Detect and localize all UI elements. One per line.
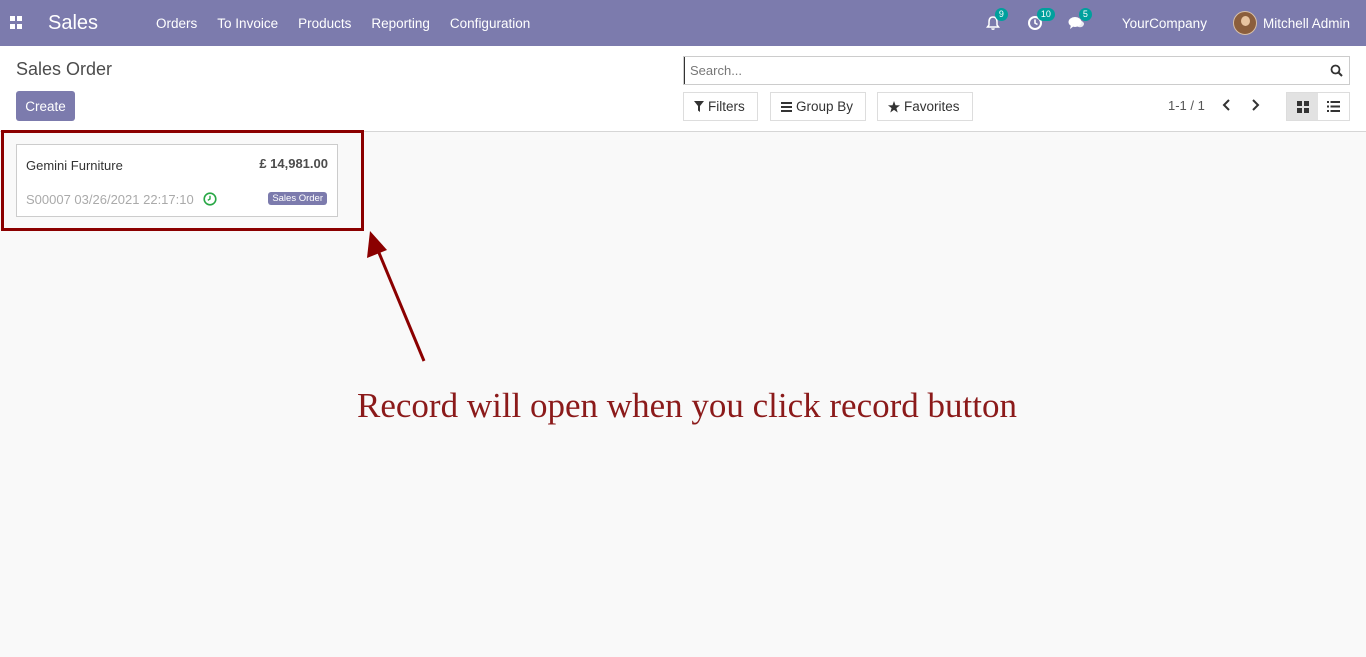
notifications-button[interactable]: 9: [984, 8, 1008, 32]
top-navbar: Sales Orders To Invoice Products Reporti…: [0, 0, 1366, 46]
search-icon[interactable]: [1330, 64, 1343, 77]
kanban-view-button[interactable]: [1287, 93, 1318, 120]
bars-icon: [781, 101, 792, 112]
systray: 9 10 5 YourCompany Mitchell Admin: [960, 0, 1350, 46]
menu-orders[interactable]: Orders: [156, 16, 197, 31]
favorites-label: Favorites: [904, 99, 960, 114]
annotation-highlight-box: [1, 130, 364, 231]
list-view-button[interactable]: [1318, 93, 1349, 120]
apps-menu-icon[interactable]: [10, 16, 24, 30]
list-icon: [1327, 101, 1340, 112]
notifications-badge: 9: [994, 8, 1008, 21]
activities-button[interactable]: 10: [1026, 8, 1055, 32]
search-box: [683, 56, 1350, 85]
activities-badge: 10: [1036, 8, 1055, 21]
company-switcher[interactable]: YourCompany: [1122, 16, 1207, 31]
menu-configuration[interactable]: Configuration: [450, 16, 530, 31]
breadcrumb: Sales Order: [16, 59, 113, 79]
user-name: Mitchell Admin: [1262, 15, 1350, 31]
create-button[interactable]: Create: [16, 91, 75, 121]
groupby-button[interactable]: Group By: [770, 92, 867, 121]
user-menu[interactable]: Mitchell Admin: [1232, 11, 1350, 35]
chevron-left-icon[interactable]: [1221, 98, 1233, 112]
app-brand[interactable]: Sales: [48, 12, 98, 35]
filter-icon: [694, 101, 704, 112]
control-panel: Sales Order Create Filters Group By Favo…: [0, 46, 1366, 132]
avatar: [1232, 11, 1257, 35]
menu-reporting[interactable]: Reporting: [371, 16, 430, 31]
kanban-grid-icon: [1296, 100, 1309, 113]
groupby-label: Group By: [796, 99, 854, 114]
messages-button[interactable]: 5: [1068, 8, 1092, 32]
search-input[interactable]: [684, 57, 1324, 84]
chevron-right-icon[interactable]: [1249, 98, 1261, 112]
filters-button[interactable]: Filters: [683, 92, 758, 121]
menu-to-invoice[interactable]: To Invoice: [217, 16, 278, 31]
favorites-button[interactable]: Favorites: [877, 92, 973, 121]
view-switcher: [1286, 92, 1350, 121]
filters-label: Filters: [708, 99, 745, 114]
pager-value[interactable]: 1-1 / 1: [1168, 98, 1205, 113]
annotation-arrow-icon: [367, 231, 426, 362]
menu-products[interactable]: Products: [298, 16, 351, 31]
messages-badge: 5: [1078, 8, 1092, 21]
annotation-caption: Record will open when you click record b…: [357, 386, 1017, 425]
star-icon: [888, 100, 900, 112]
